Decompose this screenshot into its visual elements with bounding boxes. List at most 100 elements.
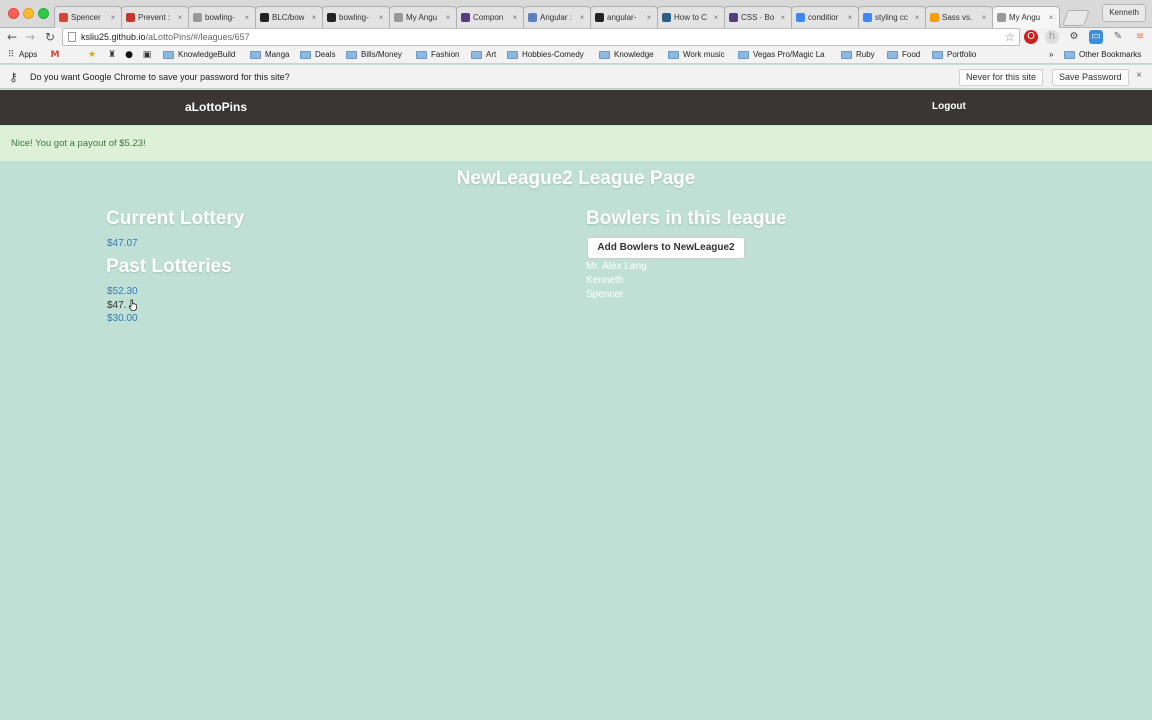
browser-tab[interactable]: BLC/bow ×	[255, 6, 323, 28]
tab-title: My Angu	[406, 13, 438, 22]
browser-tab[interactable]: My Angu ×	[389, 6, 457, 28]
close-tab-icon[interactable]: ×	[109, 13, 117, 22]
page-icon	[193, 13, 202, 22]
folder-icon	[932, 51, 943, 59]
tab-title: CSS · Bo	[741, 13, 775, 22]
bookmark-gmail[interactable]: M	[50, 49, 60, 61]
past-lottery-link[interactable]: $47.	[107, 300, 126, 311]
opera-extension-icon[interactable]: O	[1024, 30, 1038, 44]
close-tab-icon[interactable]: ×	[712, 13, 720, 22]
browser-tab[interactable]: Prevent : ×	[121, 6, 189, 28]
browser-tab[interactable]: styling cc ×	[858, 6, 926, 28]
bookmark-folder[interactable]: Manga	[250, 49, 289, 61]
bookmark-trello[interactable]: ▣	[142, 49, 152, 61]
bookmark-apps[interactable]: ⠿ Apps	[6, 49, 38, 61]
browser-tab[interactable]: CSS · Bo ×	[724, 6, 792, 28]
bookmark-folder[interactable]: Food	[887, 49, 920, 61]
browser-tab[interactable]: conditior ×	[791, 6, 859, 28]
bookmarks-bar: ⠿ Apps M ★ ♜ ● ▣ KnowledgeBuild Manga Deal…	[0, 46, 1152, 64]
url-path: /aLottoPins/#/leagues/657	[145, 32, 250, 42]
bookmark-star[interactable]: ★	[87, 49, 97, 61]
menu-icon[interactable]: ≡	[1133, 30, 1147, 44]
brand-link[interactable]: aLottoPins	[185, 100, 247, 114]
past-lottery-link[interactable]: $30.00	[107, 313, 138, 324]
bookmark-folder[interactable]: Knowledge	[599, 49, 654, 61]
bookmark-folder-label: Fashion	[431, 50, 460, 59]
bookmark-folder[interactable]: Vegas Pro/Magic La	[738, 49, 825, 61]
folder-icon	[507, 51, 518, 59]
close-tab-icon[interactable]: ×	[511, 13, 519, 22]
browser-tab[interactable]: Spencer ×	[54, 6, 122, 28]
minimize-window-button[interactable]	[23, 8, 34, 19]
bookmark-folder[interactable]: KnowledgeBuild	[163, 49, 235, 61]
browser-tab[interactable]: How to C ×	[657, 6, 725, 28]
bowler-name: Kenneth	[586, 275, 624, 286]
github-icon	[595, 13, 604, 22]
tools-extension-icon[interactable]: ✎	[1111, 30, 1125, 44]
new-tab-button[interactable]	[1062, 10, 1090, 26]
settings-gear-icon[interactable]: ⚙	[1067, 30, 1081, 44]
reload-icon[interactable]: ↻	[43, 29, 57, 45]
folder-icon	[887, 51, 898, 59]
browser-tab[interactable]: My Angu ×	[992, 6, 1060, 28]
tab-title: Compon	[473, 13, 504, 22]
close-tab-icon[interactable]: ×	[377, 13, 385, 22]
gmail-icon: M	[50, 50, 60, 60]
extension-icon[interactable]: h	[1045, 30, 1059, 44]
close-tab-icon[interactable]: ×	[243, 13, 251, 22]
close-tab-icon[interactable]: ×	[444, 13, 452, 22]
browser-tab[interactable]: angular- ×	[590, 6, 658, 28]
save-password-button[interactable]: Save Password	[1052, 69, 1129, 86]
close-tab-icon[interactable]: ×	[980, 13, 988, 22]
bookmark-star-icon[interactable]: ☆	[1004, 29, 1015, 45]
close-infobar-icon[interactable]: ×	[1136, 70, 1142, 81]
close-tab-icon[interactable]: ×	[578, 13, 586, 22]
tab-title: bowling-	[339, 13, 369, 22]
browser-tab[interactable]: bowling- ×	[322, 6, 390, 28]
bookmark-folder-label: Vegas Pro/Magic La	[753, 50, 825, 59]
never-for-this-site-button[interactable]: Never for this site	[959, 69, 1044, 86]
site-icon	[930, 13, 939, 22]
board-icon: ▣	[142, 50, 152, 60]
browser-tab[interactable]: Angular : ×	[523, 6, 591, 28]
close-tab-icon[interactable]: ×	[645, 13, 653, 22]
logout-link[interactable]: Logout	[932, 101, 966, 112]
close-window-button[interactable]	[8, 8, 19, 19]
bookmark-lamp[interactable]: ♜	[107, 49, 117, 61]
bookmark-folder[interactable]: Work music	[668, 49, 725, 61]
bookmark-folder[interactable]: Fashion	[416, 49, 459, 61]
close-tab-icon[interactable]: ×	[1047, 13, 1055, 22]
page-icon	[997, 13, 1006, 22]
close-tab-icon[interactable]: ×	[779, 13, 787, 22]
browser-tab[interactable]: Sass vs. ×	[925, 6, 993, 28]
bookmark-other-bookmarks[interactable]: Other Bookmarks	[1064, 49, 1141, 61]
zoom-window-button[interactable]	[38, 8, 49, 19]
address-bar[interactable]: ksliu25.github.io/aLottoPins/#/leagues/6…	[62, 28, 1020, 46]
close-tab-icon[interactable]: ×	[846, 13, 854, 22]
bookmark-folder[interactable]: Deals	[300, 49, 335, 61]
bookmark-folder[interactable]: Portfolio	[932, 49, 976, 61]
bookmarks-overflow[interactable]: »	[1049, 49, 1053, 61]
bookmark-folder[interactable]: Art	[471, 49, 496, 61]
folder-icon	[163, 51, 174, 59]
bookmark-folder-label: Bills/Money	[361, 50, 402, 59]
bookmark-folder[interactable]: Hobbies-Comedy	[507, 49, 584, 61]
window-extension-icon[interactable]: ▭	[1089, 30, 1103, 44]
close-tab-icon[interactable]: ×	[310, 13, 318, 22]
browser-tab[interactable]: Compon ×	[456, 6, 524, 28]
forward-icon[interactable]: →	[23, 29, 37, 45]
bookmark-folder[interactable]: Bills/Money	[346, 49, 402, 61]
bookmark-github[interactable]: ●	[124, 49, 134, 61]
past-lottery-link[interactable]: $52.30	[107, 286, 138, 297]
close-tab-icon[interactable]: ×	[176, 13, 184, 22]
browser-tab[interactable]: bowling- ×	[188, 6, 256, 28]
app-navbar: aLottoPins Logout	[0, 90, 1152, 125]
folder-icon	[416, 51, 427, 59]
current-lottery-amount-link[interactable]: $47.07	[107, 238, 138, 249]
add-bowlers-button[interactable]: Add Bowlers to NewLeague2	[587, 237, 745, 259]
profile-button[interactable]: Kenneth	[1102, 4, 1146, 22]
back-icon[interactable]: ←	[5, 29, 19, 45]
close-tab-icon[interactable]: ×	[913, 13, 921, 22]
bookmark-folder[interactable]: Ruby	[841, 49, 875, 61]
tab-title: Angular :	[540, 13, 573, 22]
